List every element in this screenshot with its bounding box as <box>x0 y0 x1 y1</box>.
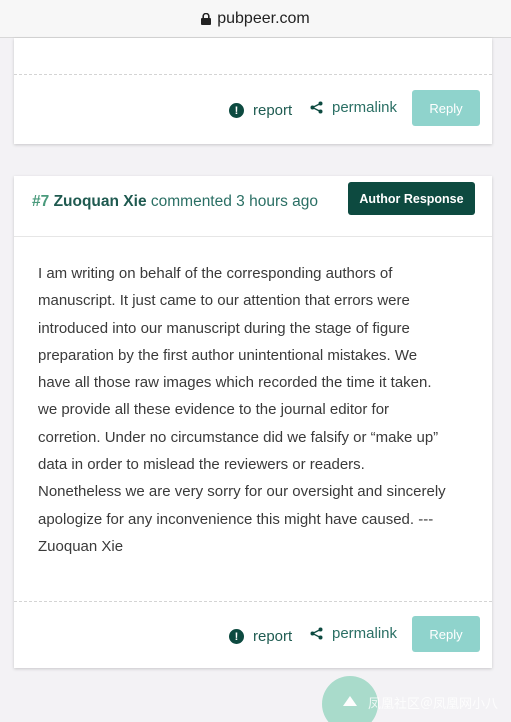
report-link[interactable]: ! report <box>229 628 292 645</box>
report-label: report <box>253 628 293 645</box>
comment-line: corretion. Under no circumstance did we … <box>38 428 439 446</box>
report-label: report <box>253 102 293 119</box>
permalink-label: permalink <box>332 625 398 642</box>
reply-button[interactable]: Reply <box>412 616 480 652</box>
comment-line: Zuoquan Xie <box>38 537 124 555</box>
comment-line: preparation by the first author unintent… <box>38 346 418 364</box>
alert-icon: ! <box>229 629 244 644</box>
comment-body: I am writing on behalf of the correspond… <box>38 260 488 560</box>
comment-number[interactable]: #7 <box>32 193 49 210</box>
comment-line: introduced into our manuscript during th… <box>38 319 410 337</box>
comment-author: Zuoquan Xie <box>53 193 147 210</box>
comment-line: have all those raw images which recorded… <box>38 374 432 392</box>
header-divider <box>14 236 492 237</box>
address-bar[interactable]: pubpeer.com <box>0 0 511 38</box>
share-icon <box>310 627 323 640</box>
report-link[interactable]: ! report <box>229 102 292 119</box>
permalink-link[interactable]: permalink <box>310 99 397 116</box>
comment-timestamp: commented 3 hours ago <box>150 193 319 210</box>
comment-header: #7 Zuoquan Xie commented 3 hours ago <box>32 193 318 211</box>
url-text: pubpeer.com <box>217 9 310 27</box>
reply-button[interactable]: Reply <box>412 90 480 126</box>
share-icon <box>310 101 323 114</box>
triangle-up-icon <box>343 696 357 706</box>
comment-line: Nonetheless we are very sorry for our ov… <box>38 483 446 501</box>
comment-line: we provide all these evidence to the jou… <box>38 401 390 419</box>
footer-divider <box>14 601 492 602</box>
author-response-badge: Author Response <box>348 182 475 215</box>
comment-line: data in order to mislead the reviewers o… <box>38 456 365 474</box>
comment-card: #7 Zuoquan Xie commented 3 hours ago Aut… <box>14 176 492 668</box>
comment-line: apologize for any inconvenience this mig… <box>38 510 434 528</box>
comment-line: I am writing on behalf of the correspond… <box>38 265 393 282</box>
permalink-label: permalink <box>332 99 398 116</box>
watermark: 凤凰社区＠凤凰网小八 <box>368 696 499 711</box>
permalink-link[interactable]: permalink <box>310 625 397 642</box>
comment-line: manuscript. It just came to our attentio… <box>38 292 410 310</box>
alert-icon: ! <box>229 103 244 118</box>
lock-icon <box>201 12 212 25</box>
comment-divider <box>14 74 492 75</box>
previous-comment-card: ! report permalink Reply <box>14 38 492 144</box>
